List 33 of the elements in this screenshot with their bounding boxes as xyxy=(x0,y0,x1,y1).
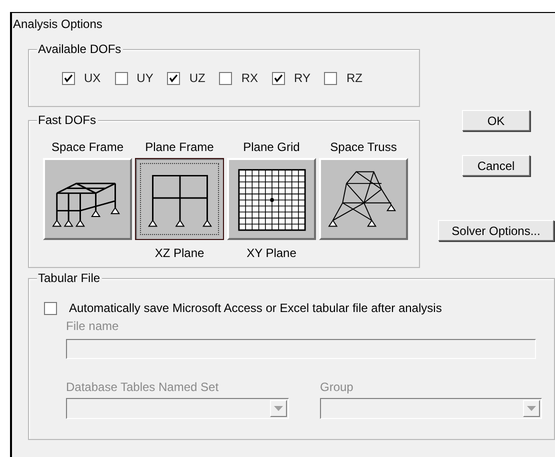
dialog-button[interactable]: Solver Options... xyxy=(438,220,554,241)
plane-label: XY Plane xyxy=(246,246,296,260)
checkbox-label: RX xyxy=(241,71,258,85)
group-title: Fast DOFs xyxy=(37,113,98,127)
plane-label: XZ Plane xyxy=(154,246,204,260)
option-label: Space Frame xyxy=(51,140,124,154)
option-label: Space Truss xyxy=(330,140,397,154)
checkbox[interactable] xyxy=(114,72,128,84)
checkbox[interactable] xyxy=(324,72,338,84)
group-title: Available DOFs xyxy=(37,42,124,56)
dropdown[interactable] xyxy=(320,398,542,419)
checkbox-label: RZ xyxy=(346,71,362,85)
checkbox[interactable] xyxy=(167,72,180,84)
checkbox[interactable] xyxy=(219,72,232,84)
field-label: Database Tables Named Set xyxy=(66,380,220,394)
structure-button[interactable] xyxy=(135,158,224,240)
checkbox-label: UX xyxy=(84,71,101,85)
option-label: Plane Grid xyxy=(243,140,300,154)
field-label: Group xyxy=(320,380,354,394)
field-label: File name xyxy=(66,319,120,333)
checkbox[interactable] xyxy=(44,302,57,314)
dialog-button[interactable]: OK xyxy=(462,110,530,131)
checkbox-label: UY xyxy=(136,71,154,85)
checkbox-label: UZ xyxy=(189,71,206,85)
group-title: Tabular File xyxy=(37,271,102,285)
checkbox[interactable] xyxy=(272,72,286,84)
window-title: Analysis Options xyxy=(12,16,104,33)
dialog-button[interactable]: Cancel xyxy=(462,155,530,176)
checkbox-label: RY xyxy=(294,71,310,85)
checkbox[interactable] xyxy=(62,72,75,84)
dropdown[interactable] xyxy=(66,398,289,419)
option-label: Plane Frame xyxy=(145,140,214,154)
checkbox-label: Automatically save Microsoft Access or Excel tabular file after analysis xyxy=(69,301,442,315)
